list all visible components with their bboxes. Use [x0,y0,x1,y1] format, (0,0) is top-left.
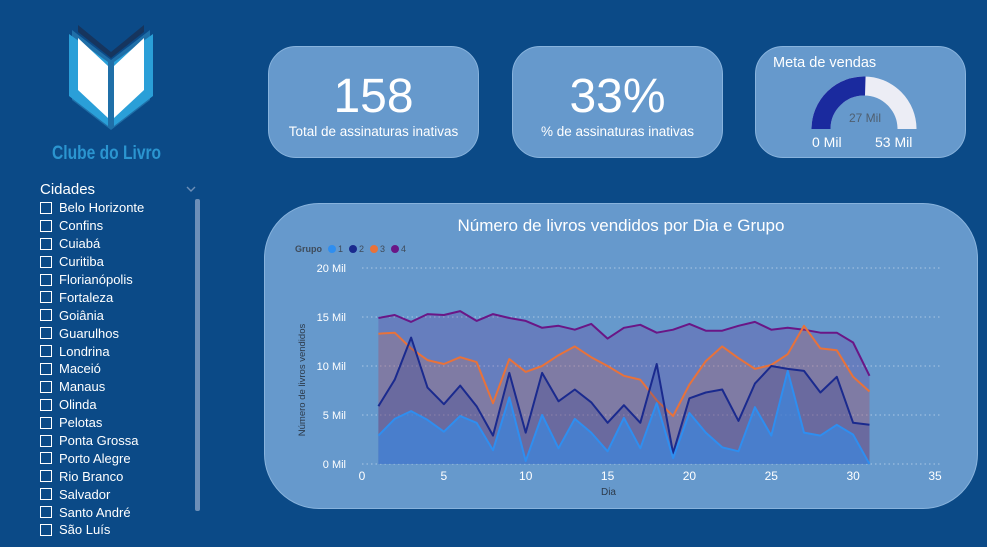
x-tick-label: 20 [683,469,697,483]
slicer-item[interactable]: Goiânia [38,306,202,324]
slicer-item[interactable]: Manaus [38,378,202,396]
slicer-item-label: Cuiabá [59,236,101,252]
pct-inactive-label: % de assinaturas inativas [540,124,695,139]
slicer-scrollbar[interactable] [195,199,200,511]
checkbox[interactable] [40,309,52,322]
slicer-item-label: Pelotas [59,415,103,431]
checkbox[interactable] [40,470,52,483]
books-sold-chart-card: Número de livros vendidos por Dia e Grup… [264,203,978,509]
checkbox[interactable] [40,398,52,411]
checkbox[interactable] [40,219,52,232]
slicer-title: Cidades [40,180,96,198]
slicer-item-label: Maceió [59,361,101,377]
checkbox[interactable] [40,488,52,501]
slicer-item[interactable]: Pelotas [38,414,202,432]
x-tick-label: 0 [359,469,366,483]
slicer-item[interactable]: Rio Branco [38,467,202,485]
sales-target-gauge [811,76,917,130]
slicer-item[interactable]: Londrina [38,342,202,360]
checkbox[interactable] [40,327,52,340]
slicer-item[interactable]: Confins [38,217,202,235]
slicer-item-label: Rio Branco [59,468,124,484]
slicer-item[interactable]: Fortaleza [38,288,202,306]
slicer-item[interactable]: Santo André [38,503,202,521]
slicer-item-label: Santo André [59,504,131,520]
slicer-item[interactable]: São Luís [38,521,202,539]
slicer-list: Belo Horizonte Confins Cuiabá Curitiba Flori… [38,199,202,539]
sales-target-card: Meta de vendas 27 Mil 0 Mil 53 Mil [755,46,966,158]
gauge-max-label: 53 Mil [875,134,913,150]
checkbox[interactable] [40,434,52,447]
slicer-item-label: Goiânia [59,307,104,323]
y-tick-label: 5 Mil [323,410,346,422]
clube-do-livro-logo: Clube do Livro [52,22,177,167]
checkbox[interactable] [40,255,52,268]
slicer-item-label: Londrina [59,343,110,359]
logo-text: Clube do Livro [52,143,162,164]
pct-inactive-card: 33% % de assinaturas inativas [512,46,723,158]
slicer-item[interactable]: Olinda [38,396,202,414]
slicer-item-label: Porto Alegre [59,450,131,466]
x-tick-label: 15 [601,469,615,483]
checkbox[interactable] [40,345,52,358]
gauge-center-label: 27 Mil [848,111,881,125]
checkbox[interactable] [40,506,52,519]
slicer-header[interactable]: Cidades [38,179,202,199]
slicer-item[interactable]: Guarulhos [38,324,202,342]
checkbox[interactable] [40,291,52,304]
gauge-min-label: 0 Mil [812,134,842,150]
total-inactive-value: 158 [333,70,414,123]
y-tick-label: 0 Mil [323,459,346,471]
slicer-item-label: Curitiba [59,254,104,270]
slicer-item[interactable]: Maceió [38,360,202,378]
y-axis-label: Número de livros vendidos [297,324,308,437]
y-tick-label: 15 Mil [317,312,346,324]
x-tick-label: 35 [928,469,942,483]
total-inactive-card: 158 Total de assinaturas inativas [268,46,479,158]
y-tick-label: 20 Mil [317,263,346,275]
total-inactive-label: Total de assinaturas inativas [288,124,459,139]
x-tick-label: 10 [519,469,533,483]
slicer-item[interactable]: Belo Horizonte [38,199,202,217]
checkbox[interactable] [40,380,52,393]
slicer-item-label: Florianópolis [59,272,133,287]
checkbox[interactable] [40,362,52,375]
checkbox[interactable] [40,201,52,214]
slicer-item-label: São Luís [59,522,111,538]
checkbox[interactable] [40,237,52,250]
x-axis-label: Dia [601,487,616,498]
slicer-item-label: Belo Horizonte [59,200,145,216]
pct-inactive-value: 33% [569,70,666,123]
open-book-icon [69,25,153,130]
checkbox[interactable] [40,452,52,465]
checkbox[interactable] [40,416,52,429]
slicer-item-label: Ponta Grossa [59,433,139,449]
slicer-item-label: Guarulhos [59,325,119,341]
slicer-item-label: Salvador [59,486,111,502]
chevron-down-icon[interactable] [186,184,196,194]
slicer-item-label: Olinda [59,397,97,413]
checkbox[interactable] [40,273,52,286]
books-sold-area-chart: 0 Mil 5 Mil 10 Mil 15 Mil 20 Mil 0 5 10 15 20 25 30… [297,263,942,498]
slicer-item-label: Manaus [59,379,106,395]
slicer-item[interactable]: Florianópolis [38,271,202,289]
slicer-item[interactable]: Salvador [38,485,202,503]
slicer-item[interactable]: Ponta Grossa [38,432,202,450]
slicer-item-label: Fortaleza [59,289,114,305]
x-tick-label: 5 [441,469,448,483]
x-tick-label: 25 [765,469,779,483]
x-tick-label: 30 [846,469,860,483]
cities-slicer: Cidades Belo Horizonte Confins Cuiabá Curit… [38,179,202,541]
slicer-item[interactable]: Cuiabá [38,235,202,253]
checkbox[interactable] [40,523,52,536]
y-tick-label: 10 Mil [317,361,346,373]
slicer-item[interactable]: Porto Alegre [38,449,202,467]
slicer-item-label: Confins [59,218,104,234]
slicer-item[interactable]: Curitiba [38,253,202,271]
